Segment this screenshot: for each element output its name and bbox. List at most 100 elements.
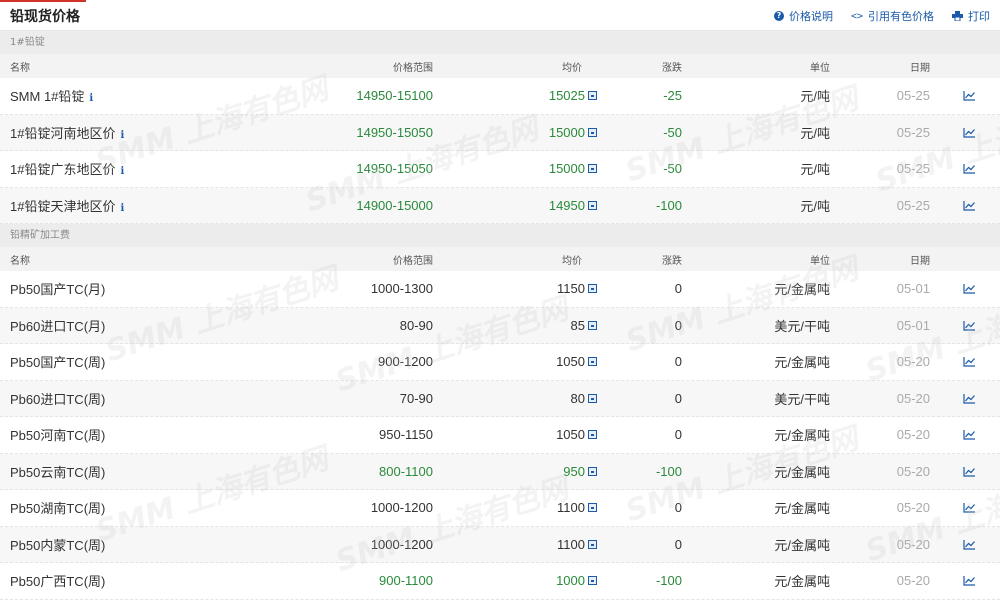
- trend-chart-icon[interactable]: [963, 127, 976, 138]
- calendar-icon[interactable]: [588, 503, 597, 513]
- calendar-icon[interactable]: [588, 393, 597, 403]
- column-header-avg: 均价: [562, 62, 582, 74]
- trend-chart-icon[interactable]: [963, 466, 976, 477]
- table-row: 1#铅锭天津地区价 i 14900-15000 14950 -100 元/吨 05-25: [0, 187, 1000, 224]
- unit: 美元/干吨: [774, 391, 830, 407]
- trend-chart-icon[interactable]: [963, 393, 976, 404]
- date: 05-25: [896, 197, 930, 213]
- calendar-icon[interactable]: [588, 164, 597, 174]
- table-row: Pb50河南TC(周) 950-1150 1050 0 元/金属吨 05-20: [0, 417, 1000, 454]
- table-row: Pb60进口TC(月) 80-90 85 0 美元/干吨 05-01: [0, 307, 1000, 344]
- row-name: 1#铅锭河南地区价 i: [10, 123, 124, 142]
- row-name-text: 1#铅锭天津地区价: [10, 198, 116, 214]
- avg-price-value: 1100: [557, 500, 585, 516]
- row-name: 1#铅锭天津地区价 i: [10, 196, 124, 215]
- avg-price: 1000: [556, 573, 597, 588]
- avg-price: 80: [571, 391, 597, 406]
- table-row: Pb60进口TC(周) 70-90 80 0 美元/干吨 05-20: [0, 380, 1000, 417]
- unit: 元/金属吨: [774, 282, 830, 298]
- trend-chart-icon[interactable]: [963, 502, 976, 513]
- column-header-range: 价格范围: [393, 62, 433, 74]
- date: 05-25: [896, 124, 930, 140]
- price-change: 0: [674, 427, 682, 443]
- avg-price-value: 1050: [556, 427, 585, 443]
- calendar-icon[interactable]: [588, 320, 597, 330]
- calendar-icon[interactable]: [588, 430, 597, 440]
- date: 05-20: [896, 427, 930, 443]
- date: 05-20: [896, 463, 930, 479]
- price-range: 14950-15050: [356, 124, 433, 140]
- calendar-icon[interactable]: [588, 466, 597, 476]
- unit: 元/吨: [800, 198, 830, 214]
- calendar-icon[interactable]: [588, 200, 597, 210]
- trend-chart-icon[interactable]: [963, 90, 976, 101]
- trend-chart-icon[interactable]: [963, 429, 976, 440]
- date: 05-25: [896, 161, 930, 177]
- unit: 元/金属吨: [774, 355, 830, 371]
- trend-chart-icon[interactable]: [963, 283, 976, 294]
- calendar-icon[interactable]: [588, 91, 597, 101]
- avg-price: 14950: [549, 198, 597, 213]
- column-header-row: 名称 价格范围 均价 涨跌 单位 日期: [0, 54, 1000, 78]
- info-icon[interactable]: i: [120, 203, 124, 214]
- section-title: 铅精矿加工费: [0, 224, 1000, 247]
- trend-chart-icon[interactable]: [963, 356, 976, 367]
- row-name: Pb50内蒙TC(周): [10, 535, 105, 554]
- avg-price: 15000: [549, 125, 597, 140]
- price-range: 900-1200: [378, 354, 433, 370]
- avg-price: 1050: [556, 354, 597, 369]
- unit: 元/吨: [800, 162, 830, 178]
- column-header-date: 日期: [910, 255, 930, 267]
- price-range: 1000-1200: [370, 536, 433, 552]
- price-range: 900-1100: [379, 573, 433, 589]
- price-range: 80-90: [399, 317, 433, 333]
- info-icon[interactable]: i: [89, 93, 93, 104]
- avg-price-value: 14950: [548, 197, 585, 213]
- avg-price: 1100: [557, 500, 597, 515]
- price-range: 70-90: [399, 390, 433, 406]
- table-row: Pb50云南TC(周) 800-1100 950 -100 元/金属吨 05-20: [0, 453, 1000, 490]
- avg-price: 85: [571, 318, 597, 333]
- row-name-text: Pb50国产TC(周): [10, 355, 106, 371]
- trend-chart-icon[interactable]: [963, 200, 976, 211]
- avg-price: 1050: [556, 427, 597, 442]
- avg-price-value: 1050: [556, 354, 585, 370]
- info-icon[interactable]: i: [120, 166, 124, 177]
- price-change: -100: [655, 573, 682, 589]
- unit: 元/吨: [800, 89, 830, 105]
- avg-price-value: 85: [570, 317, 585, 333]
- calendar-icon[interactable]: [588, 576, 597, 586]
- trend-chart-icon[interactable]: [963, 575, 976, 586]
- avg-price-value: 1000: [556, 573, 585, 589]
- cite-price-link[interactable]: <> 引用有色价格: [851, 8, 934, 24]
- date: 05-20: [896, 536, 930, 552]
- table-row: Pb50内蒙TC(周) 1000-1200 1100 0 元/金属吨 05-20: [0, 526, 1000, 563]
- row-name-text: Pb50广西TC(周): [10, 574, 106, 590]
- price-explanation-link[interactable]: ? 价格说明: [773, 8, 833, 24]
- calendar-icon[interactable]: [588, 284, 597, 294]
- trend-chart-icon[interactable]: [963, 539, 976, 550]
- print-icon: [952, 11, 963, 21]
- price-change: -100: [655, 197, 682, 213]
- calendar-icon[interactable]: [588, 127, 597, 137]
- row-name-text: 1#铅锭河南地区价: [10, 125, 116, 141]
- column-header-name: 名称: [10, 62, 30, 74]
- price-change: 0: [674, 317, 682, 333]
- avg-price-value: 15000: [548, 124, 585, 140]
- avg-price-value: 15025: [548, 88, 585, 104]
- avg-price: 15025: [549, 88, 597, 103]
- unit: 元/金属吨: [774, 501, 830, 517]
- unit: 元/金属吨: [774, 574, 830, 590]
- info-icon[interactable]: i: [120, 130, 124, 141]
- trend-chart-icon[interactable]: [963, 320, 976, 331]
- price-range: 1000-1200: [370, 500, 433, 516]
- calendar-icon[interactable]: [588, 357, 597, 367]
- price-range: 14950-15100: [356, 88, 433, 104]
- row-name: Pb50湖南TC(周): [10, 498, 105, 517]
- row-name-text: Pb60进口TC(月): [10, 318, 106, 334]
- row-name: 1#铅锭广东地区价 i: [10, 159, 124, 178]
- print-link[interactable]: 打印: [952, 8, 990, 24]
- trend-chart-icon[interactable]: [963, 163, 976, 174]
- date: 05-25: [896, 88, 930, 104]
- calendar-icon[interactable]: [588, 539, 597, 549]
